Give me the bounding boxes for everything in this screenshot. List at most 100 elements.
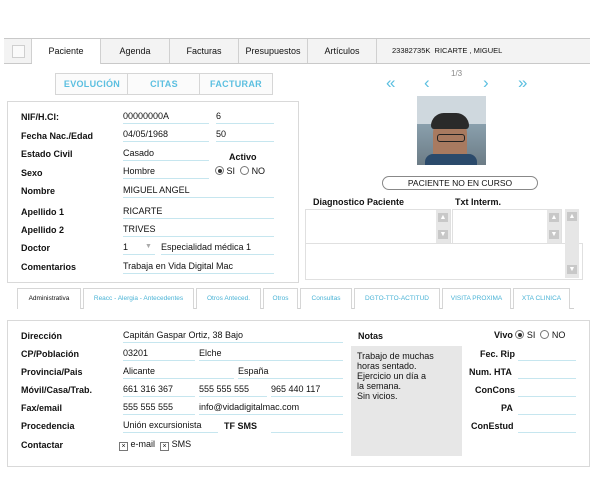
name-field[interactable]: MIGUEL ANGEL — [123, 184, 274, 198]
civil-field[interactable]: Casado — [123, 147, 209, 161]
vivo-label: Vivo — [494, 330, 513, 340]
surname2-field[interactable]: TRIVES — [123, 223, 274, 237]
address-field[interactable]: Capitán Gaspar Ortiz, 38 Bajo — [123, 329, 343, 343]
civil-label: Estado Civil — [21, 149, 73, 159]
home-icon — [12, 45, 25, 58]
name-label: Nombre — [21, 186, 56, 196]
interm-scrollbar[interactable]: ▲ ▼ — [547, 210, 561, 243]
hair-shape — [431, 113, 469, 129]
fec-rip-field[interactable] — [518, 347, 576, 361]
email-field[interactable]: info@vidadigitalmac.com — [199, 401, 343, 415]
concons-label: ConCons — [475, 385, 515, 395]
pa-field[interactable] — [518, 401, 576, 415]
nif-label: NIF/H.Cl: — [21, 112, 59, 122]
num-hta-field[interactable] — [518, 365, 576, 379]
vivo-no-label: NO — [551, 330, 566, 340]
address-label: Dirección — [21, 331, 63, 341]
conestud-field[interactable] — [518, 419, 576, 433]
contact-label: Contactar — [21, 440, 64, 450]
tab-paciente[interactable]: Paciente — [32, 39, 101, 64]
subtab-xta-clinica[interactable]: XTA CLINICA — [513, 288, 570, 309]
scroll-down-icon[interactable]: ▼ — [567, 265, 577, 274]
sms-option-label: SMS — [171, 439, 192, 449]
notes-label: Notas — [358, 331, 384, 341]
hcl-field[interactable]: 6 — [216, 110, 274, 124]
tab-agenda[interactable]: Agenda — [101, 39, 170, 63]
tf-sms-field[interactable] — [271, 419, 343, 433]
home-phone-field[interactable]: 555 555 555 — [199, 383, 267, 397]
diagnosis-scrollbar[interactable]: ▲ ▼ — [436, 210, 450, 243]
vivo-yes-radio[interactable] — [515, 330, 525, 339]
email-checkbox[interactable]: × — [119, 442, 128, 451]
diagnosis-extended-textarea[interactable] — [305, 243, 583, 280]
surname1-label: Apellido 1 — [21, 207, 65, 217]
subtab-visita-proxima[interactable]: VISITA PROXIMA — [442, 288, 511, 309]
cp-field[interactable]: 03201 — [123, 347, 195, 361]
scroll-up-icon[interactable]: ▲ — [438, 213, 448, 222]
birth-date-field[interactable]: 04/05/1968 — [123, 128, 209, 142]
nif-field[interactable]: 00000000A — [123, 110, 209, 124]
citas-button[interactable]: CITAS — [127, 73, 201, 95]
age-field[interactable]: 50 — [216, 128, 274, 142]
tab-facturas[interactable]: Facturas — [170, 39, 239, 63]
scroll-up-icon[interactable]: ▲ — [549, 213, 559, 222]
prev-record-icon[interactable]: ‹ — [424, 74, 430, 91]
doctor-select[interactable]: 1 ▼ — [123, 241, 155, 255]
patient-header: 23382735K RICARTE , MIGUEL — [392, 39, 502, 63]
tab-presupuestos[interactable]: Presupuestos — [239, 39, 308, 63]
next-record-icon[interactable]: › — [483, 74, 489, 91]
active-label: Activo — [229, 152, 257, 162]
subtab-dgto-tto[interactable]: DGTO-TTO-ACTITUD — [354, 288, 440, 309]
subtab-otros[interactable]: Otros — [263, 288, 298, 309]
interm-textarea[interactable]: ▲ ▼ — [452, 209, 562, 244]
panel-scrollbar[interactable]: ▲ ▼ — [565, 209, 579, 278]
mobile-field[interactable]: 661 316 367 — [123, 383, 195, 397]
last-record-icon[interactable]: » — [518, 74, 527, 91]
dropdown-arrow-icon: ▼ — [145, 243, 152, 250]
scroll-up-icon[interactable]: ▲ — [567, 212, 577, 221]
sms-checkbox[interactable]: × — [160, 442, 170, 451]
phones-label: Móvil/Casa/Trab. — [21, 385, 93, 395]
pa-label: PA — [501, 403, 513, 413]
scroll-down-icon[interactable]: ▼ — [438, 230, 448, 239]
comments-field[interactable]: Trabaja en Vida Digital Mac — [123, 260, 274, 274]
surname1-field[interactable]: RICARTE — [123, 205, 274, 219]
notes-textarea[interactable]: Trabajo de muchas horas sentado. Ejercic… — [351, 346, 462, 456]
sub-tab-bar: Administrativa Reacc - Alergia - Anteced… — [17, 288, 574, 309]
glasses-shape — [437, 134, 465, 142]
subtab-alergias[interactable]: Reacc - Alergia - Antecedentes — [83, 288, 194, 309]
vivo-yes-label: SI — [526, 330, 536, 340]
fec-rip-label: Fec. Rip — [480, 349, 516, 359]
active-yes-radio[interactable] — [215, 166, 224, 175]
shirt-shape — [425, 154, 477, 165]
scroll-down-icon[interactable]: ▼ — [549, 230, 559, 239]
home-button[interactable] — [4, 39, 32, 63]
concons-field[interactable] — [518, 383, 576, 397]
vivo-no-radio[interactable] — [540, 330, 550, 339]
diagnosis-label: Diagnostico Paciente — [313, 197, 405, 207]
patient-photo[interactable] — [417, 96, 486, 165]
province-field[interactable]: Alicante — [123, 365, 234, 379]
fax-field[interactable]: 555 555 555 — [123, 401, 195, 415]
evolucion-button[interactable]: EVOLUCIÓN — [55, 73, 129, 95]
conestud-label: ConEstud — [471, 421, 514, 431]
tab-articulos[interactable]: Artículos — [308, 39, 377, 63]
origin-label: Procedencia — [21, 421, 75, 431]
subtab-consultas[interactable]: Consultas — [300, 288, 352, 309]
country-field[interactable]: España — [238, 365, 343, 379]
origin-field[interactable]: Unión excursionista — [123, 419, 218, 433]
subtab-otros-anteced[interactable]: Otros Anteced. — [196, 288, 261, 309]
subtab-administrativa[interactable]: Administrativa — [17, 288, 81, 309]
work-phone-field[interactable]: 965 440 117 — [271, 383, 343, 397]
city-field[interactable]: Elche — [199, 347, 343, 361]
record-counter: 1/3 — [451, 69, 463, 78]
facturar-button[interactable]: FACTURAR — [199, 73, 273, 95]
active-no-radio[interactable] — [240, 166, 250, 175]
active-yes-label: SI — [226, 166, 236, 176]
first-record-icon[interactable]: « — [386, 74, 395, 91]
doctor-specialty-field[interactable]: Especialidad médica 1 — [161, 241, 274, 255]
sex-field[interactable]: Hombre — [123, 165, 209, 179]
patient-id: 23382735K — [392, 46, 431, 55]
diagnosis-textarea[interactable]: ▲ ▼ — [305, 209, 451, 244]
patient-status-button[interactable]: PACIENTE NO EN CURSO — [382, 176, 538, 190]
